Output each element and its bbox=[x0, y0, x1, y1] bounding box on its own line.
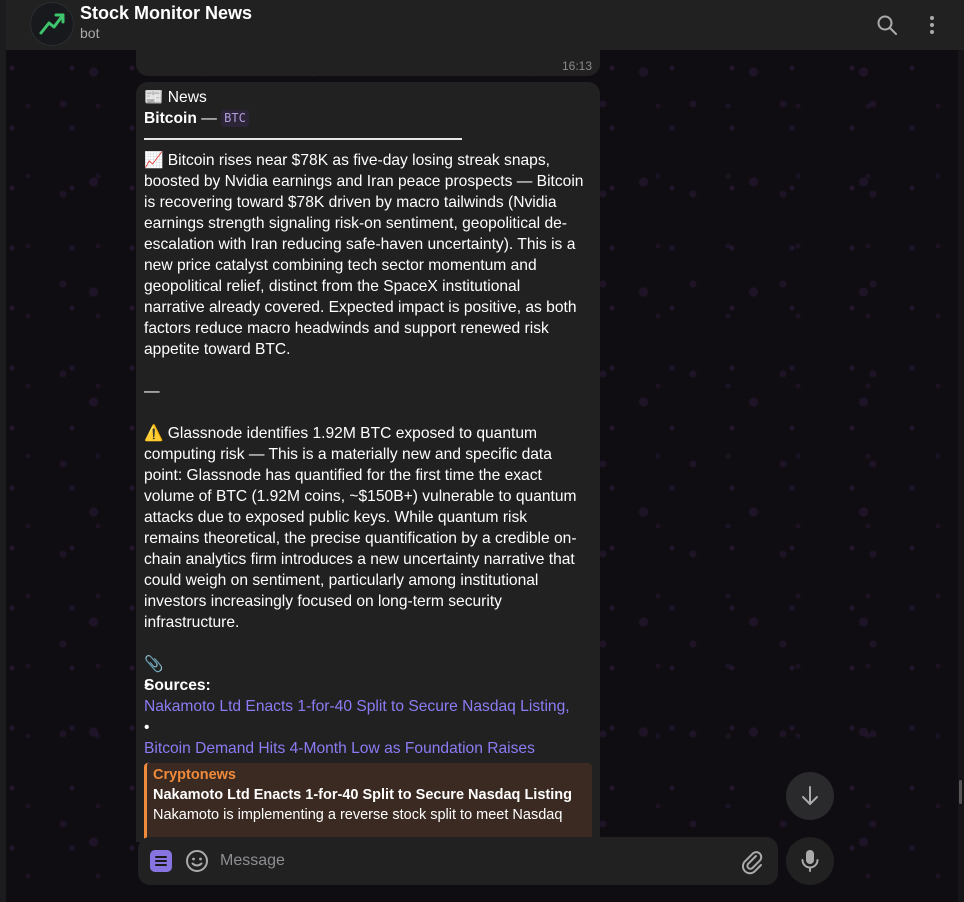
bullet: • bbox=[144, 677, 150, 694]
scroll-to-bottom-button[interactable] bbox=[786, 772, 834, 820]
news-item-text-line: remains theoretical, the precise quantif… bbox=[144, 530, 577, 547]
scroll-track[interactable] bbox=[958, 50, 964, 902]
news-item-text-line: computing risk — This is a materially ne… bbox=[144, 446, 552, 463]
chat-header: Stock Monitor News bot bbox=[6, 0, 964, 50]
news-item-text-line: infrastructure. bbox=[144, 614, 240, 631]
link-preview[interactable]: Cryptonews Nakamoto Ltd Enacts 1-for-40 … bbox=[144, 763, 592, 842]
news-item-text-line: earnings strength signaling risk-on sent… bbox=[144, 215, 567, 232]
newspaper-icon: 📰 bbox=[144, 89, 164, 106]
news-item-2: ⚠️ Glassnode identifies 1.92M BTC expose… bbox=[144, 423, 592, 633]
news-item-text-line: point: Glassnode has quantified for the … bbox=[144, 467, 542, 484]
news-item-1: 📈 Bitcoin rises near $78K as five-day lo… bbox=[144, 150, 592, 360]
bot-avatar[interactable] bbox=[30, 2, 74, 46]
news-item-text-line: attacks due to exposed public keys. Whil… bbox=[144, 509, 528, 526]
message-time: 16:13 bbox=[561, 59, 592, 73]
news-item-text-line: appetite toward BTC. bbox=[144, 341, 291, 358]
microphone-icon bbox=[801, 850, 819, 872]
source-link[interactable]: Nakamoto Ltd Enacts 1-for-40 Split to Se… bbox=[144, 696, 592, 717]
voice-message-button[interactable] bbox=[786, 837, 834, 885]
menu-icon bbox=[155, 856, 167, 866]
preview-title: Nakamoto Ltd Enacts 1-for-40 Split to Se… bbox=[153, 787, 572, 803]
more-vertical-icon bbox=[930, 16, 934, 34]
news-item-text-line: geopolitical relief, distinct from the S… bbox=[144, 278, 521, 295]
previous-message[interactable]: 16:13 bbox=[136, 50, 600, 76]
news-item-text-line: investors increasingly focused on long-t… bbox=[144, 593, 502, 610]
news-item-text-line: new price catalyst combining tech sector… bbox=[144, 257, 537, 274]
separator: — bbox=[144, 383, 160, 400]
paperclip-icon: 📎 bbox=[144, 656, 164, 673]
message-composer bbox=[138, 837, 778, 885]
scrollbar-thumb[interactable] bbox=[959, 780, 962, 804]
divider bbox=[144, 138, 462, 140]
ticker-code[interactable]: BTC bbox=[221, 110, 249, 127]
news-item-text-line: 📈 Bitcoin rises near $78K as five-day lo… bbox=[144, 152, 550, 169]
message-input[interactable] bbox=[220, 845, 720, 877]
attach-button[interactable] bbox=[738, 848, 766, 876]
message-heading: 📰 News bbox=[144, 87, 592, 108]
source-item: • Bitcoin Demand Hits 4-Month Low as Fou… bbox=[144, 717, 592, 759]
source-link[interactable]: Bitcoin Demand Hits 4-Month Low as Found… bbox=[144, 738, 592, 759]
news-item-text-line: could weigh on sentiment, particularly a… bbox=[144, 572, 539, 589]
preview-description: Nakamoto is implementing a reverse stock… bbox=[153, 807, 563, 823]
window-edge bbox=[0, 0, 6, 902]
chat-title[interactable]: Stock Monitor News bbox=[80, 3, 252, 24]
paperclip-icon bbox=[742, 851, 763, 875]
news-item-text-line: escalation with Iran reducing safe-haven… bbox=[144, 236, 576, 253]
smiley-icon bbox=[186, 850, 208, 872]
arrow-down-icon bbox=[802, 786, 818, 805]
preview-site: Cryptonews bbox=[153, 767, 236, 783]
more-options-button[interactable] bbox=[917, 10, 947, 40]
emoji-button[interactable] bbox=[184, 848, 210, 874]
asset-name: Bitcoin bbox=[144, 110, 197, 127]
heading-text: News bbox=[167, 89, 207, 106]
news-item-text-line: chain analytics firm introduces a new un… bbox=[144, 551, 575, 568]
news-message[interactable]: 📰 News Bitcoin — BTC 📈 Bitcoin rises nea… bbox=[136, 82, 600, 842]
news-item-text-line: is recovering toward $78K driven by macr… bbox=[144, 194, 557, 211]
news-item-text-line: narrative already covered. Expected impa… bbox=[144, 299, 577, 316]
news-item-text-line: factors reduce macro headwinds and suppo… bbox=[144, 320, 549, 337]
news-item-text-line: boosted by Nvidia earnings and Iran peac… bbox=[144, 173, 584, 190]
search-icon bbox=[877, 15, 897, 35]
asset-dash: — bbox=[201, 110, 217, 127]
trending-up-icon bbox=[39, 13, 65, 35]
bullet: • bbox=[144, 719, 150, 736]
source-item: • Nakamoto Ltd Enacts 1-for-40 Split to … bbox=[144, 675, 592, 717]
search-button[interactable] bbox=[872, 10, 902, 40]
asset-line: Bitcoin — BTC bbox=[144, 108, 592, 129]
bot-menu-button[interactable] bbox=[150, 850, 172, 872]
news-item-text-line: volume of BTC (1.92M coins, ~$150B+) vul… bbox=[144, 488, 577, 505]
chat-subtitle: bot bbox=[80, 25, 100, 41]
news-item-text-line: ⚠️ Glassnode identifies 1.92M BTC expose… bbox=[144, 425, 538, 442]
